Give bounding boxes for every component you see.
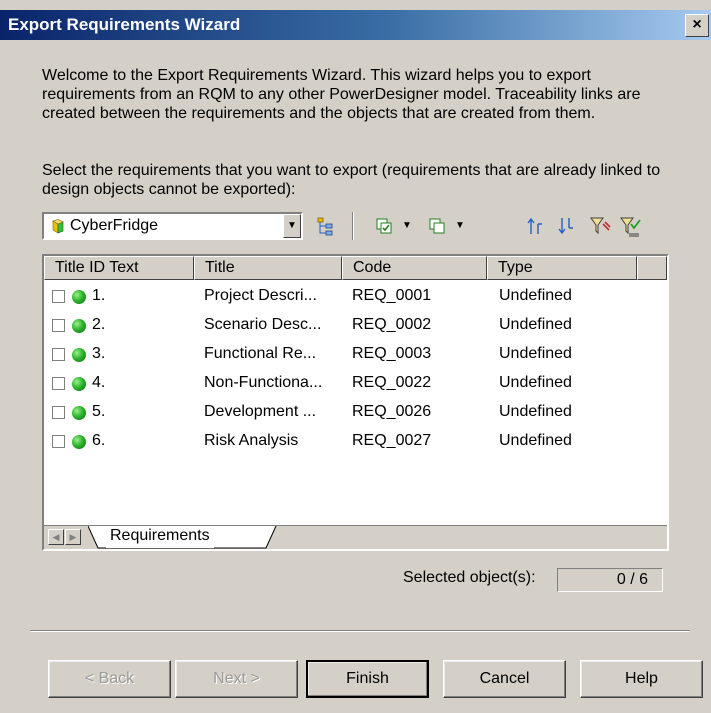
row-type: Undefined [499,316,572,333]
row-title: Scenario Desc... [204,316,322,333]
selection-prompt: Select the requirements that you want to… [42,162,661,198]
next-button[interactable]: Next > [175,660,298,698]
row-checkbox[interactable] [52,406,65,419]
model-icon [52,219,64,234]
deselect-all-icon[interactable] [428,214,448,238]
row-type: Undefined [499,374,572,391]
row-type: Undefined [499,403,572,420]
row-checkbox[interactable] [52,319,65,332]
selected-objects-count: 0 / 6 [557,568,663,592]
row-id: 3. [92,345,106,362]
row-title: Development ... [204,403,317,420]
help-button[interactable]: Help [580,660,703,698]
table-row[interactable]: 4. Non-Functiona... REQ_0022 Undefined [44,370,644,399]
row-code: REQ_0001 [352,287,432,304]
select-all-dropdown-icon[interactable]: ▼ [402,220,412,231]
selected-objects-label: Selected object(s): [403,569,536,586]
tab-scroll-right-icon[interactable]: ▶ [65,529,81,545]
move-up-icon[interactable] [526,214,546,238]
row-id: 4. [92,374,106,391]
sheet-tab-bar: ◀ ▶ Requirements [44,525,667,549]
table-row[interactable]: 1. Project Descri... REQ_0001 Undefined [44,283,644,312]
status-dot-icon [72,406,86,420]
select-all-icon[interactable] [375,214,395,238]
intro-text: Welcome to the Export Requirements Wizar… [42,67,641,122]
status-dot-icon [72,290,86,304]
tab-scroll-left-icon[interactable]: ◀ [48,529,64,545]
table-row[interactable]: 5. Development ... REQ_0026 Undefined [44,399,644,428]
filter-icon[interactable] [589,214,611,238]
close-button[interactable]: × [685,14,709,37]
row-code: REQ_0022 [352,374,432,391]
row-title: Risk Analysis [204,432,299,449]
row-id: 5. [92,403,106,420]
requirements-list: Title ID Text Title Code Type 1. Project… [42,254,669,551]
column-header-filler [637,256,667,280]
model-selector[interactable]: CyberFridge ▼ [42,212,303,240]
clear-filter-icon[interactable] [619,214,641,238]
column-header-title[interactable]: Title [194,256,342,280]
status-dot-icon [72,435,86,449]
row-checkbox[interactable] [52,377,65,390]
hierarchy-icon[interactable] [315,214,337,238]
toolbar-separator [352,212,354,240]
row-checkbox[interactable] [52,348,65,361]
cancel-button[interactable]: Cancel [443,660,566,698]
column-header-type[interactable]: Type [487,256,637,280]
row-title: Non-Functiona... [204,374,323,391]
row-code: REQ_0026 [352,403,432,420]
column-header-title-id-text[interactable]: Title ID Text [44,256,194,280]
row-code: REQ_0027 [352,432,432,449]
row-checkbox[interactable] [52,290,65,303]
table-row[interactable]: 3. Functional Re... REQ_0003 Undefined [44,341,644,370]
row-checkbox[interactable] [52,435,65,448]
row-id: 2. [92,316,106,333]
status-dot-icon [72,377,86,391]
deselect-all-dropdown-icon[interactable]: ▼ [455,220,465,231]
button-divider [30,630,690,632]
title-bar: Export Requirements Wizard × [0,10,711,40]
table-row[interactable]: 6. Risk Analysis REQ_0027 Undefined [44,428,644,457]
window-title: Export Requirements Wizard [8,15,241,34]
model-selector-value: CyberFridge [70,217,159,234]
row-type: Undefined [499,345,572,362]
row-type: Undefined [499,287,572,304]
move-down-icon[interactable] [557,214,577,238]
status-dot-icon [72,319,86,333]
row-id: 1. [92,287,106,304]
finish-button[interactable]: Finish [306,660,429,698]
row-code: REQ_0002 [352,316,432,333]
row-code: REQ_0003 [352,345,432,362]
status-dot-icon [72,348,86,362]
table-row[interactable]: 2. Scenario Desc... REQ_0002 Undefined [44,312,644,341]
export-wizard-dialog: Export Requirements Wizard × Welcome to … [0,0,711,713]
tab-requirements[interactable]: Requirements [106,526,214,548]
dropdown-arrow-button[interactable]: ▼ [283,214,301,238]
back-button[interactable]: < Back [48,660,171,698]
row-title: Project Descri... [204,287,317,304]
row-id: 6. [92,432,106,449]
row-title: Functional Re... [204,345,317,362]
column-header-code[interactable]: Code [342,256,487,280]
row-type: Undefined [499,432,572,449]
